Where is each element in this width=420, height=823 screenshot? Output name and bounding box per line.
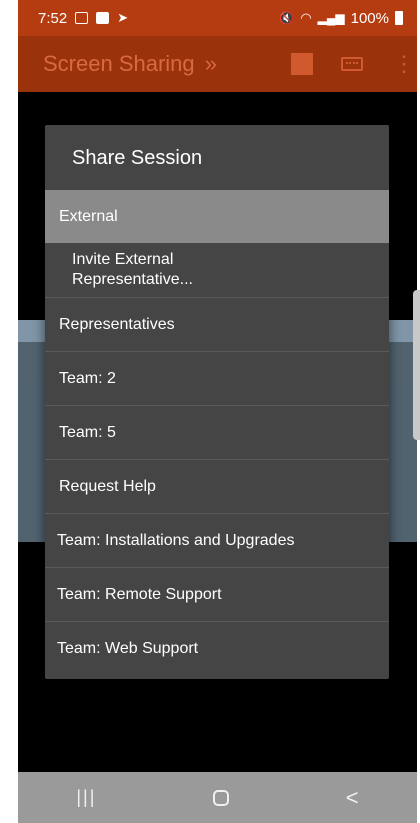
- status-time: 7:52: [38, 9, 68, 27]
- side-panel-handle[interactable]: [413, 290, 420, 440]
- app-title[interactable]: Screen Sharing »: [43, 51, 291, 77]
- signal-icon: ▂▄▆: [317, 11, 345, 25]
- phone-screen: 7:52 ➤ 🔇 ◠ ▂▄▆ 100% Screen Sharing » ⋮ S…: [18, 0, 420, 823]
- keyboard-button[interactable]: [341, 57, 363, 71]
- menu-item-team-web-support[interactable]: Team: Web Support: [45, 622, 389, 676]
- menu-item-label: Representatives: [59, 315, 175, 333]
- menu-item-label: Invite External Representative...: [72, 251, 193, 288]
- status-left: 7:52 ➤: [38, 10, 128, 27]
- status-right: 🔇 ◠ ▂▄▆ 100%: [279, 10, 403, 27]
- menu-item-team-remote-support[interactable]: Team: Remote Support: [45, 568, 389, 622]
- menu-item-label: Team: Installations and Upgrades: [57, 531, 295, 549]
- stop-sharing-button[interactable]: [291, 53, 313, 75]
- menu-item-label: Team: Web Support: [57, 640, 199, 657]
- battery-percentage: 100%: [350, 9, 389, 27]
- more-options-icon[interactable]: ⋮: [393, 51, 415, 77]
- menu-item-team-5[interactable]: Team: 5: [45, 406, 389, 460]
- section-header-external: External: [45, 190, 389, 243]
- chevron-double-right-icon: »: [204, 51, 218, 76]
- wifi-icon: ◠: [300, 10, 312, 25]
- menu-item-invite-external-representative[interactable]: Invite External Representative...: [45, 243, 389, 298]
- mute-icon: 🔇: [279, 11, 295, 25]
- app-title-text: Screen Sharing: [43, 51, 195, 76]
- navigation-bar: ||| <: [18, 772, 417, 823]
- gallery-notification-icon: [75, 12, 89, 24]
- menu-item-label: Team: Remote Support: [57, 585, 222, 603]
- menu-item-label: Team: 2: [59, 369, 116, 387]
- menu-item-team-2[interactable]: Team: 2: [45, 352, 389, 406]
- menu-item-label: Request Help: [59, 477, 156, 495]
- share-session-dialog: Share Session External Invite External R…: [45, 125, 389, 679]
- dialog-title: Share Session: [72, 147, 203, 169]
- menu-item-label: Team: 5: [59, 423, 116, 441]
- recent-apps-button[interactable]: |||: [76, 787, 96, 808]
- app-notification-icon: [96, 12, 110, 24]
- menu-item-team-installations-and-upgrades[interactable]: Team: Installations and Upgrades: [45, 514, 389, 568]
- app-bar: Screen Sharing » ⋮: [18, 36, 417, 92]
- menu-item-request-help[interactable]: Request Help: [45, 460, 389, 514]
- send-notification-icon: ➤: [117, 10, 129, 25]
- back-button[interactable]: <: [346, 785, 359, 811]
- status-bar: 7:52 ➤ 🔇 ◠ ▂▄▆ 100%: [18, 0, 417, 36]
- home-button[interactable]: [213, 789, 230, 806]
- menu-item-representatives[interactable]: Representatives: [45, 298, 389, 352]
- battery-icon: [395, 11, 403, 25]
